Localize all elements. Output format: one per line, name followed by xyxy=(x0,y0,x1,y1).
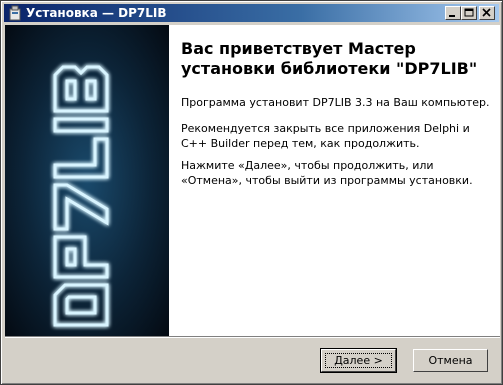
cancel-button[interactable]: Отмена xyxy=(413,349,488,372)
minimize-icon xyxy=(449,15,455,17)
window-title: Установка — DP7LIB xyxy=(26,6,167,20)
close-apps-recommendation: Рекомендуется закрыть все приложения Del… xyxy=(181,122,470,150)
minimize-button[interactable] xyxy=(445,6,461,20)
installer-icon xyxy=(8,5,22,21)
cancel-button-label: Отмена xyxy=(428,354,473,367)
welcome-heading: Вас приветствует Мастер установки библио… xyxy=(181,39,478,78)
button-separator xyxy=(5,336,500,338)
wizard-side-banner xyxy=(5,25,169,336)
install-info-text: Программа установит DP7LIB 3.3 на Ваш ко… xyxy=(181,96,490,109)
maximize-icon xyxy=(464,8,474,17)
title-bar[interactable]: Установка — DP7LIB xyxy=(4,4,499,22)
wizard-page: Вас приветствует Мастер установки библио… xyxy=(5,25,500,336)
next-button-label: Далее > xyxy=(334,354,383,367)
dp7lib-logo xyxy=(53,65,109,327)
close-button[interactable] xyxy=(479,6,495,20)
installer-window: Установка — DP7LIB Вас приветствует Маст… xyxy=(0,0,503,385)
continue-instructions: Нажмите «Далее», чтобы продолжить, или «… xyxy=(181,159,473,187)
maximize-button[interactable] xyxy=(461,6,477,20)
close-icon xyxy=(482,8,491,17)
next-button[interactable]: Далее > xyxy=(320,348,397,373)
